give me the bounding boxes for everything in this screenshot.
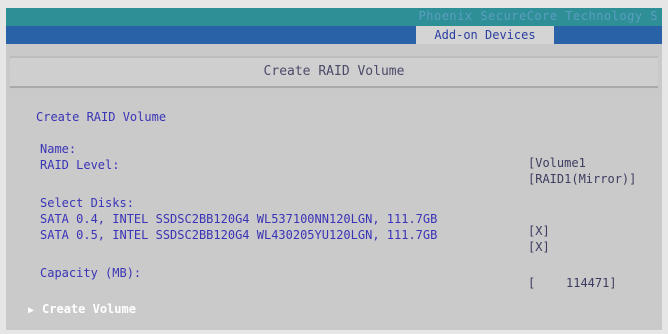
disk-item-label: SATA 0.4, INTEL SSDSC2BB120G4 WL537100NN…: [40, 212, 438, 226]
tab-row: Add-on Devices: [6, 26, 662, 44]
capacity-field[interactable]: 114471]: [566, 276, 617, 290]
section-title: Create RAID Volume: [36, 110, 167, 124]
raid-level-label: RAID Level:: [40, 158, 120, 172]
capacity-bracket: [: [528, 276, 536, 290]
name-field[interactable]: [Volume1: [528, 156, 586, 170]
disk-item-label: SATA 0.5, INTEL SSDSC2BB120G4 WL430205YU…: [40, 228, 438, 242]
page-title: Create RAID Volume: [10, 56, 658, 88]
create-volume-label: Create Volume: [42, 302, 136, 316]
disk-checkbox[interactable]: [X]: [528, 240, 550, 254]
select-disks-label: Select Disks:: [40, 196, 134, 210]
name-label: Name:: [40, 142, 77, 156]
raid-level-select[interactable]: [RAID1(Mirror)]: [528, 172, 636, 186]
form-panel: Create RAID Volume Name: [Volume1 RAID L…: [10, 94, 658, 326]
arrow-right-icon: ▶: [28, 305, 35, 316]
capacity-label: Capacity (MB):: [40, 266, 142, 280]
tab-add-on-devices[interactable]: Add-on Devices: [416, 26, 554, 44]
vendor-bar: Phoenix SecureCore Technology S: [6, 8, 662, 26]
bios-screen: Phoenix SecureCore Technology S Add-on D…: [6, 8, 662, 330]
vendor-text: Phoenix SecureCore Technology S: [418, 9, 658, 23]
create-volume-button[interactable]: ▶ Create Volume: [28, 302, 136, 316]
disk-checkbox[interactable]: [X]: [528, 224, 550, 238]
